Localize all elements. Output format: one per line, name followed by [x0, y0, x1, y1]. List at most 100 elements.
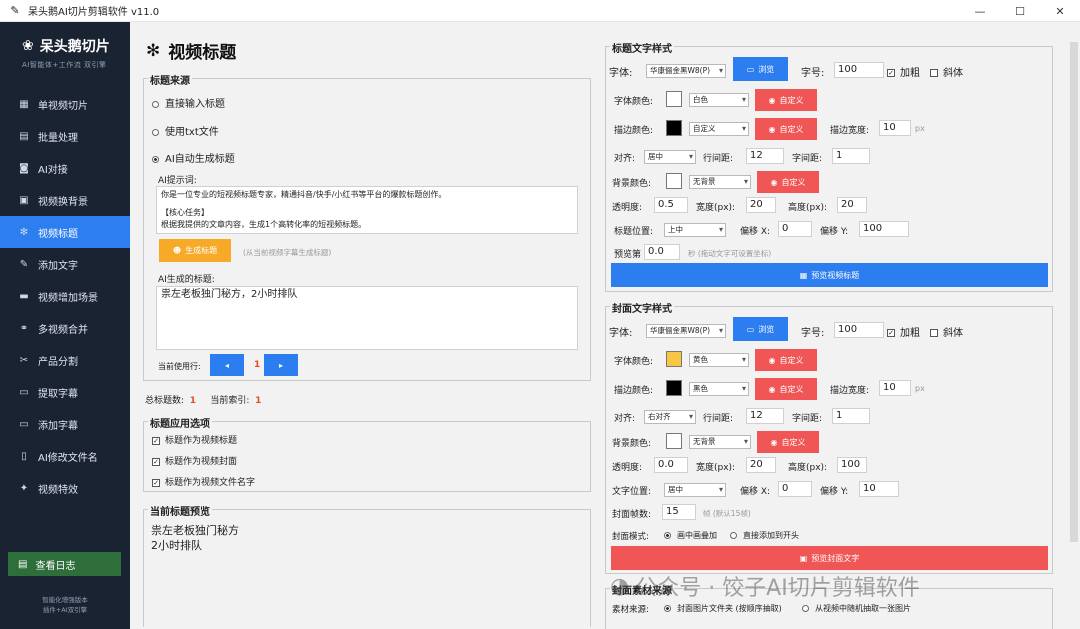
radio-ai-generate[interactable]: AI自动生成标题 [152, 150, 235, 165]
sidebar-item-merge[interactable]: ⚭ 多视频合并 [0, 312, 130, 344]
sidebar-item-single-clip[interactable]: ▦ 单视频切片 [0, 88, 130, 120]
italic-checkbox[interactable]: 斜体 [930, 64, 963, 79]
preview-title-button[interactable]: ▦ 预览视频标题 [611, 263, 1048, 287]
radio-random-frame[interactable]: 从视频中随机抽取一张图片 [802, 603, 911, 614]
view-log-button[interactable]: ▤ 查看日志 [8, 552, 121, 576]
stroke-color-swatch[interactable] [666, 120, 682, 136]
offset-y-input[interactable]: 100 [859, 221, 909, 237]
opacity-input[interactable]: 0.5 [654, 197, 688, 213]
sidebar-item-ai[interactable]: ◙ AI对接 [0, 152, 130, 184]
offset-y-input[interactable]: 10 [859, 481, 899, 497]
title-preview-group: 当前标题预览 祟左老板独门秘方 2小时排队 [143, 503, 591, 627]
font-select[interactable]: 华康俪金黑W8(P) [646, 64, 726, 78]
height-label: 高度(px): [788, 463, 828, 473]
font-select[interactable]: 华康俪金黑W8(P) [646, 324, 726, 338]
width-input[interactable]: 20 [746, 457, 776, 473]
opacity-input[interactable]: 0.0 [654, 457, 688, 473]
font-color-select[interactable]: 白色 [689, 93, 749, 107]
preview-cover-label: 预览封面文字 [811, 553, 860, 563]
stroke-color-custom-button[interactable]: ◉ 自定义 [755, 118, 817, 140]
checkbox-label: 标题作为视频文件名字 [165, 478, 256, 488]
checkbox-as-filename[interactable]: ✓ 标题作为视频文件名字 [152, 475, 255, 488]
generated-title-text: 祟左老板独门秘方，2小时排队 [161, 289, 298, 300]
brand-subtitle: AI智能体+工作流 双引擎 [22, 61, 107, 69]
bold-checkbox[interactable]: ✓ 加粗 [887, 324, 920, 339]
radio-circle [730, 532, 737, 539]
stroke-color-custom-button[interactable]: ◉ 自定义 [755, 378, 817, 400]
sidebar-item-rename[interactable]: ▯ AI修改文件名 [0, 440, 130, 472]
radio-pip[interactable]: 画中画叠加 [664, 530, 717, 541]
radio-circle [664, 605, 671, 612]
char-spacing-label: 字间距: [792, 154, 823, 164]
generated-title-textarea[interactable]: 祟左老板独门秘方，2小时排队 [156, 286, 578, 350]
next-row-button[interactable]: ▸ [264, 354, 298, 376]
align-select[interactable]: 居中 [644, 150, 696, 164]
bg-color-select[interactable]: 无背景 [689, 175, 751, 189]
close-icon[interactable]: ✕ [1040, 0, 1080, 22]
sidebar-item-extract-subtitle[interactable]: ▭ 提取字幕 [0, 376, 130, 408]
height-input[interactable]: 20 [837, 197, 867, 213]
bg-color-swatch[interactable] [666, 433, 682, 449]
font-color-custom-button[interactable]: ◉ 自定义 [755, 89, 817, 111]
char-spacing-input[interactable]: 1 [832, 148, 870, 164]
checkbox-as-title[interactable]: ✓ 标题作为视频标题 [152, 433, 237, 446]
scrollbar[interactable] [1070, 42, 1078, 542]
stroke-color-select[interactable]: 黑色 [689, 382, 749, 396]
preview-frame-input[interactable]: 0.0 [644, 244, 680, 260]
font-size-input[interactable]: 100 [834, 62, 884, 78]
sidebar-item-split[interactable]: ✂ 产品分割 [0, 344, 130, 376]
maximize-icon[interactable]: ☐ [1000, 0, 1040, 22]
font-color-swatch[interactable] [666, 351, 682, 367]
preview-cover-button[interactable]: ▣ 预览封面文字 [611, 546, 1048, 570]
font-color-select[interactable]: 黄色 [689, 353, 749, 367]
position-select[interactable]: 上中 [664, 223, 726, 237]
stroke-color-select[interactable]: 自定义 [689, 122, 749, 136]
folder-icon: ▭ [746, 324, 755, 334]
bg-color-select[interactable]: 无背景 [689, 435, 751, 449]
italic-label: 斜体 [943, 328, 963, 339]
sidebar-item-video-title[interactable]: ✻ 视频标题 [0, 216, 130, 248]
browse-font-button[interactable]: ▭ 浏览 [733, 317, 788, 341]
align-select[interactable]: 右对齐 [644, 410, 696, 424]
sidebar-item-background[interactable]: ▣ 视频换背景 [0, 184, 130, 216]
checkbox-as-cover[interactable]: ✓ 标题作为视频封面 [152, 454, 237, 467]
position-select[interactable]: 居中 [664, 483, 726, 497]
height-input[interactable]: 100 [837, 457, 867, 473]
stroke-width-input[interactable]: 10 [879, 120, 911, 136]
radio-cover-folder[interactable]: 封面图片文件夹 (按顺序抽取) [664, 603, 782, 614]
italic-checkbox[interactable]: 斜体 [930, 324, 963, 339]
prev-row-button[interactable]: ◂ [210, 354, 244, 376]
sidebar-item-effects[interactable]: ✦ 视频特效 [0, 472, 130, 504]
bg-color-custom-button[interactable]: ◉ 自定义 [757, 171, 819, 193]
stroke-width-input[interactable]: 10 [879, 380, 911, 396]
radio-direct-input[interactable]: 直接输入标题 [152, 95, 225, 110]
minimize-icon[interactable]: — [960, 0, 1000, 22]
sidebar-item-add-subtitle[interactable]: ▭ 添加字幕 [0, 408, 130, 440]
char-spacing-input[interactable]: 1 [832, 408, 870, 424]
width-input[interactable]: 20 [746, 197, 776, 213]
sidebar-item-add-text[interactable]: ✎ 添加文字 [0, 248, 130, 280]
sidebar-item-scene[interactable]: ▬ 视频增加场景 [0, 280, 130, 312]
offset-x-input[interactable]: 0 [778, 221, 812, 237]
radio-prepend[interactable]: 直接添加到开头 [730, 530, 799, 541]
palette-icon: ◉ [768, 384, 776, 394]
font-color-custom-button[interactable]: ◉ 自定义 [755, 349, 817, 371]
bg-color-swatch[interactable] [666, 173, 682, 189]
browse-font-button[interactable]: ▭ 浏览 [733, 57, 788, 81]
bold-checkbox[interactable]: ✓ 加粗 [887, 64, 920, 79]
window-controls: — ☐ ✕ [960, 0, 1080, 22]
bg-color-custom-button[interactable]: ◉ 自定义 [757, 431, 819, 453]
prompt-textarea[interactable]: 你是一位专业的短视频标题专家，精通抖音/快手/小红书等平台的爆款标题创作。 【核… [156, 186, 578, 234]
radio-txt-file[interactable]: 使用txt文件 [152, 123, 219, 138]
line-spacing-input[interactable]: 12 [746, 408, 784, 424]
radio-circle [152, 155, 159, 163]
offset-x-input[interactable]: 0 [778, 481, 812, 497]
title-icon: ✻ [146, 40, 161, 61]
font-color-swatch[interactable] [666, 91, 682, 107]
font-size-input[interactable]: 100 [834, 322, 884, 338]
frames-input[interactable]: 15 [662, 504, 696, 520]
generate-title-button[interactable]: ☻ 生成标题 [159, 239, 231, 262]
stroke-color-swatch[interactable] [666, 380, 682, 396]
line-spacing-input[interactable]: 12 [746, 148, 784, 164]
sidebar-item-batch[interactable]: ▤ 批量处理 [0, 120, 130, 152]
